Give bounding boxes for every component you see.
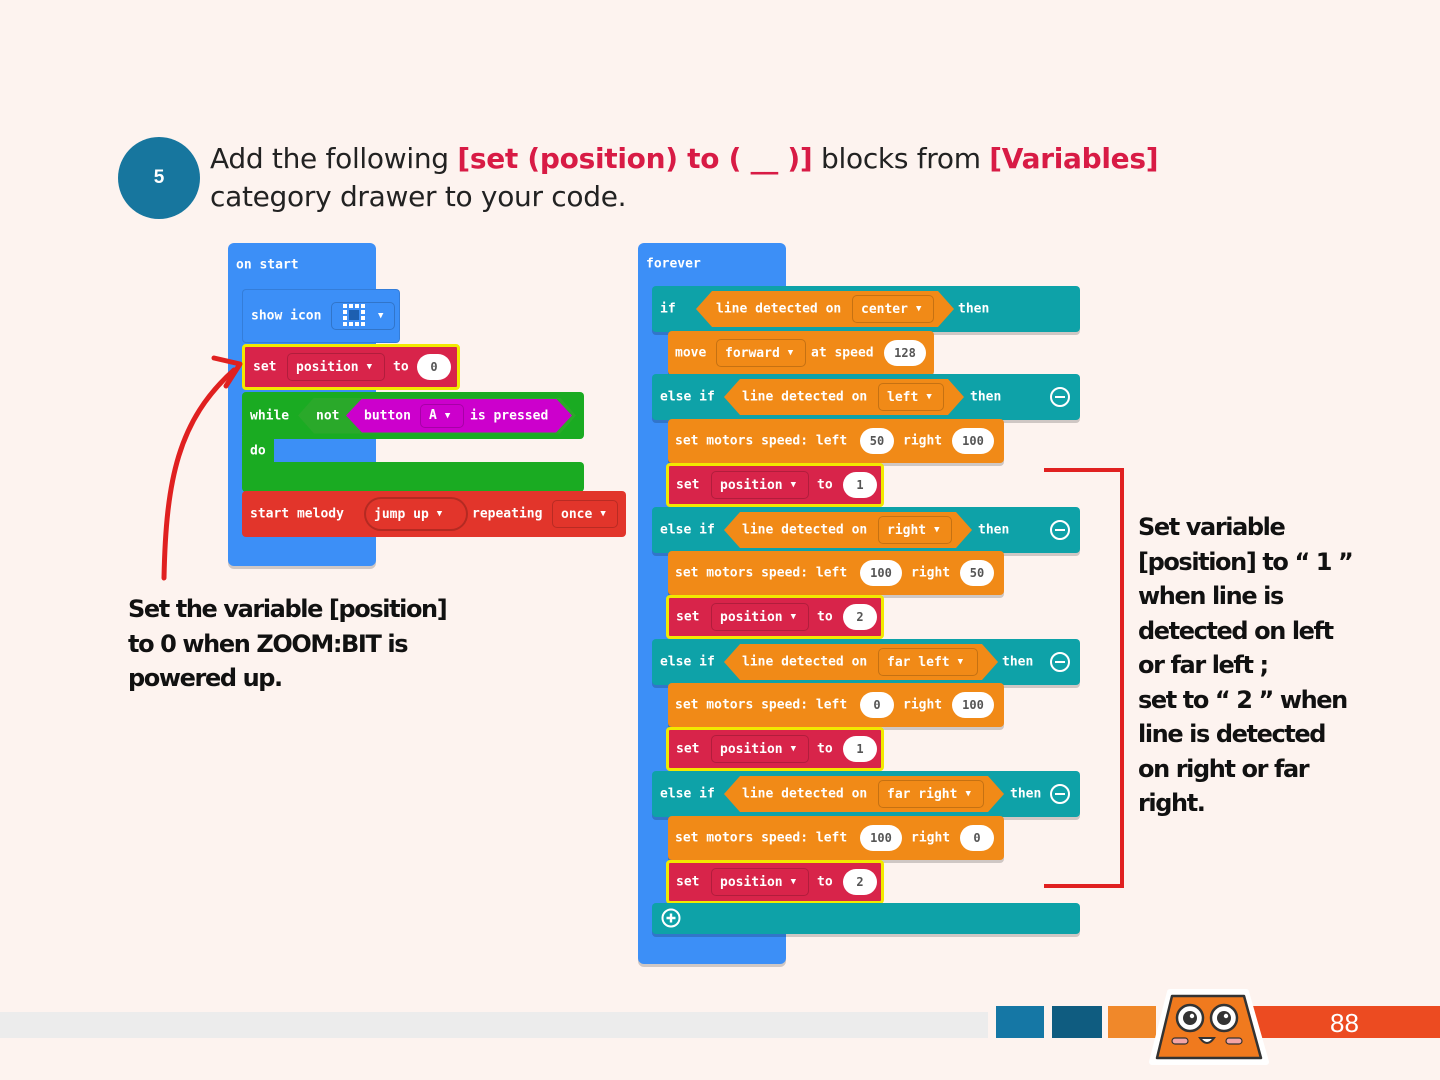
caption-line: on right or far — [1138, 754, 1310, 783]
zoombit-mascot-icon — [1149, 989, 1269, 1065]
caption-line: Set variable — [1138, 513, 1286, 541]
caption-line: Set the variable [position] — [128, 595, 448, 623]
annotation-arrow — [161, 367, 237, 581]
arrow-head-icon — [211, 355, 243, 389]
caption-line: right. — [1138, 789, 1206, 817]
page-number: 88 — [1330, 1008, 1359, 1038]
caption-right: Set variable [position] to “ 1 ” when li… — [1138, 510, 1378, 821]
caption-left: Set the variable [position] to 0 when ZO… — [128, 592, 448, 696]
caption-line: when line is — [1138, 582, 1284, 610]
caption-line: line is detected — [1138, 720, 1326, 748]
caption-line: or far left ; — [1138, 651, 1269, 679]
caption-line: to 0 when ZOOM:BIT is — [128, 629, 409, 658]
footer-square — [1052, 1006, 1102, 1038]
caption-line: detected on left — [1138, 616, 1334, 645]
footer-square — [996, 1006, 1044, 1038]
footer-bar — [0, 1012, 988, 1038]
caption-line: [position] to “ 1 ” — [1138, 547, 1354, 576]
caption-line: powered up. — [128, 664, 283, 692]
caption-line: set to “ 2 ” when — [1138, 685, 1348, 714]
annotation-bracket — [1044, 468, 1124, 888]
